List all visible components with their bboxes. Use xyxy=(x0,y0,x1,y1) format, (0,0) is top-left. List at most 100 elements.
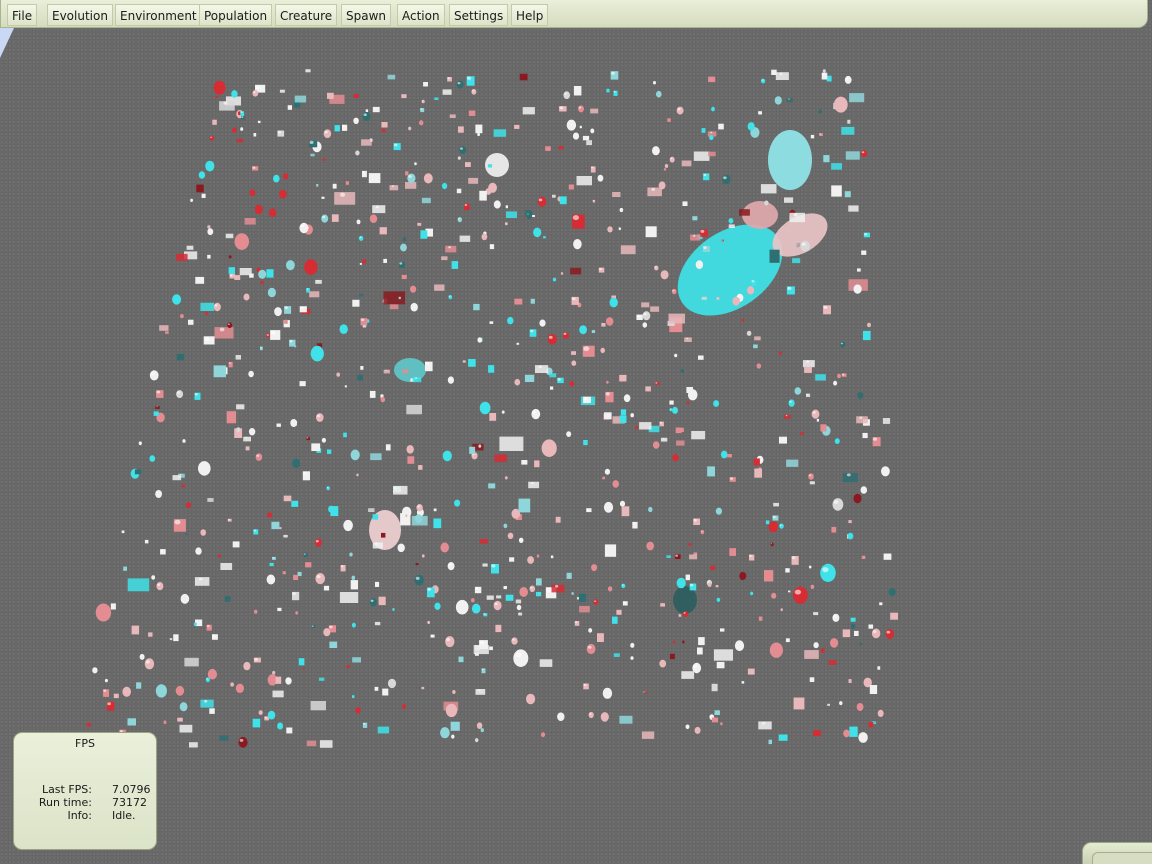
creature-part xyxy=(739,571,747,581)
creature-part xyxy=(810,584,815,590)
creature-highlight xyxy=(808,474,812,477)
creature-highlight xyxy=(304,553,306,555)
creature-part xyxy=(676,440,685,446)
creature-part xyxy=(644,690,647,694)
corner-panel-tab[interactable] xyxy=(1082,842,1152,864)
creature-highlight xyxy=(675,554,678,557)
creature-highlight xyxy=(861,151,865,154)
creature-part xyxy=(458,656,464,663)
creature-highlight xyxy=(447,77,450,80)
creature-cluster xyxy=(768,130,812,190)
creature-highlight xyxy=(156,406,158,408)
creature-part xyxy=(504,476,508,480)
creature-highlight xyxy=(707,581,710,583)
creature-highlight xyxy=(877,666,879,668)
creature-highlight xyxy=(559,106,564,110)
creature-part xyxy=(728,218,734,224)
creature-highlight xyxy=(546,587,552,592)
creature-part xyxy=(741,681,745,684)
creature-part xyxy=(205,160,215,172)
simulation-viewport[interactable] xyxy=(0,0,1152,864)
creature-part xyxy=(488,483,496,489)
creature-highlight xyxy=(475,587,479,590)
creature-part xyxy=(541,439,557,458)
creature-part xyxy=(378,596,386,606)
menu-environment[interactable]: Environment xyxy=(115,4,202,26)
creature-part xyxy=(368,508,375,512)
fps-row-last-fps: Last FPS: 7.0796 xyxy=(14,783,158,796)
creature-part xyxy=(468,110,476,116)
creature-part xyxy=(559,196,567,205)
creature-highlight xyxy=(363,113,367,116)
creature-highlight xyxy=(204,700,208,703)
creature-part xyxy=(122,686,131,697)
creature-part xyxy=(332,183,337,189)
menu-action[interactable]: Action xyxy=(397,4,445,26)
info-value: Idle. xyxy=(112,809,136,822)
creature-part xyxy=(127,578,150,592)
creature-part xyxy=(516,342,520,345)
creature-part xyxy=(302,667,305,670)
creature-part xyxy=(847,119,851,124)
creature-part xyxy=(252,718,261,728)
fps-panel[interactable]: FPS Last FPS: 7.0796 Run time: 73172 Inf… xyxy=(13,732,157,850)
menu-settings[interactable]: Settings xyxy=(449,4,509,26)
creature-part xyxy=(693,151,710,161)
creature-part xyxy=(685,574,690,581)
creature-part xyxy=(681,671,695,679)
creature-highlight xyxy=(427,587,432,591)
creature-part xyxy=(619,715,633,724)
creature-part xyxy=(758,616,763,621)
creature-highlight xyxy=(479,640,484,645)
creature-highlight xyxy=(458,218,460,220)
creature-part xyxy=(859,642,863,646)
creature-highlight xyxy=(589,713,592,715)
creature-part xyxy=(104,678,108,683)
creature-highlight xyxy=(833,615,837,618)
creature-highlight xyxy=(886,630,891,634)
menu-spawn[interactable]: Spawn xyxy=(341,4,392,26)
creature-part xyxy=(189,742,198,748)
creature-highlight xyxy=(701,530,703,532)
creature-part xyxy=(646,541,654,551)
creature-part xyxy=(402,237,406,242)
creature-part xyxy=(180,593,190,604)
creature-part xyxy=(182,439,186,443)
creature-part xyxy=(516,604,522,611)
menu-population[interactable]: Population xyxy=(199,4,273,26)
creature-part xyxy=(779,436,787,444)
creature-part xyxy=(682,201,688,206)
creature-part xyxy=(195,276,205,284)
creature-part xyxy=(123,566,127,571)
menu-help[interactable]: Help xyxy=(511,4,549,26)
creature-part xyxy=(405,182,417,189)
creature-part xyxy=(732,296,740,306)
creature-highlight xyxy=(873,630,877,633)
creature-part xyxy=(645,226,657,238)
creature-part xyxy=(369,390,376,398)
creature-part xyxy=(355,150,360,156)
creature-part xyxy=(673,326,678,331)
creature-part xyxy=(188,319,194,325)
creature-part xyxy=(713,400,720,407)
menu-evolution[interactable]: Evolution xyxy=(47,4,113,26)
creature-part xyxy=(741,318,745,322)
creature-part xyxy=(205,677,210,683)
creature-highlight xyxy=(651,187,656,191)
creature-part xyxy=(481,233,488,241)
menu-file[interactable]: File xyxy=(7,4,38,26)
creature-part xyxy=(415,563,419,566)
menu-creature[interactable]: Creature xyxy=(275,4,338,26)
creature-part xyxy=(698,637,705,646)
creature-highlight xyxy=(393,143,398,147)
creature-highlight xyxy=(311,625,314,627)
creature-part xyxy=(750,591,754,596)
creature-part xyxy=(334,125,340,132)
creature-part xyxy=(882,418,891,424)
creature-part xyxy=(830,638,839,648)
creature-part xyxy=(227,322,233,329)
creature-part xyxy=(397,543,405,553)
creature-highlight xyxy=(182,439,185,441)
creature-part xyxy=(568,184,574,190)
creature-part xyxy=(753,458,760,466)
